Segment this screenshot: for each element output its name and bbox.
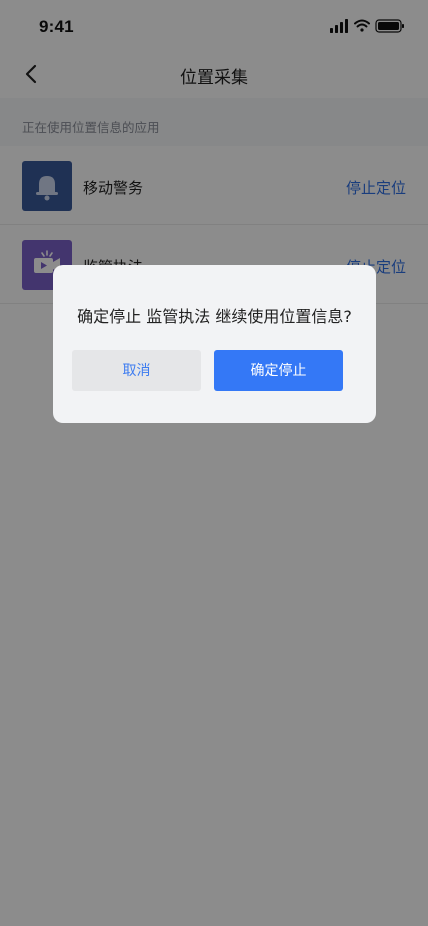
confirm-stop-button[interactable]: 确定停止: [214, 350, 343, 391]
confirm-dialog: 确定停止 监管执法 继续使用位置信息? 取消 确定停止: [53, 265, 376, 423]
modal-overlay[interactable]: [0, 0, 428, 926]
dialog-message: 确定停止 监管执法 继续使用位置信息?: [77, 307, 352, 326]
cancel-button[interactable]: 取消: [72, 350, 201, 391]
